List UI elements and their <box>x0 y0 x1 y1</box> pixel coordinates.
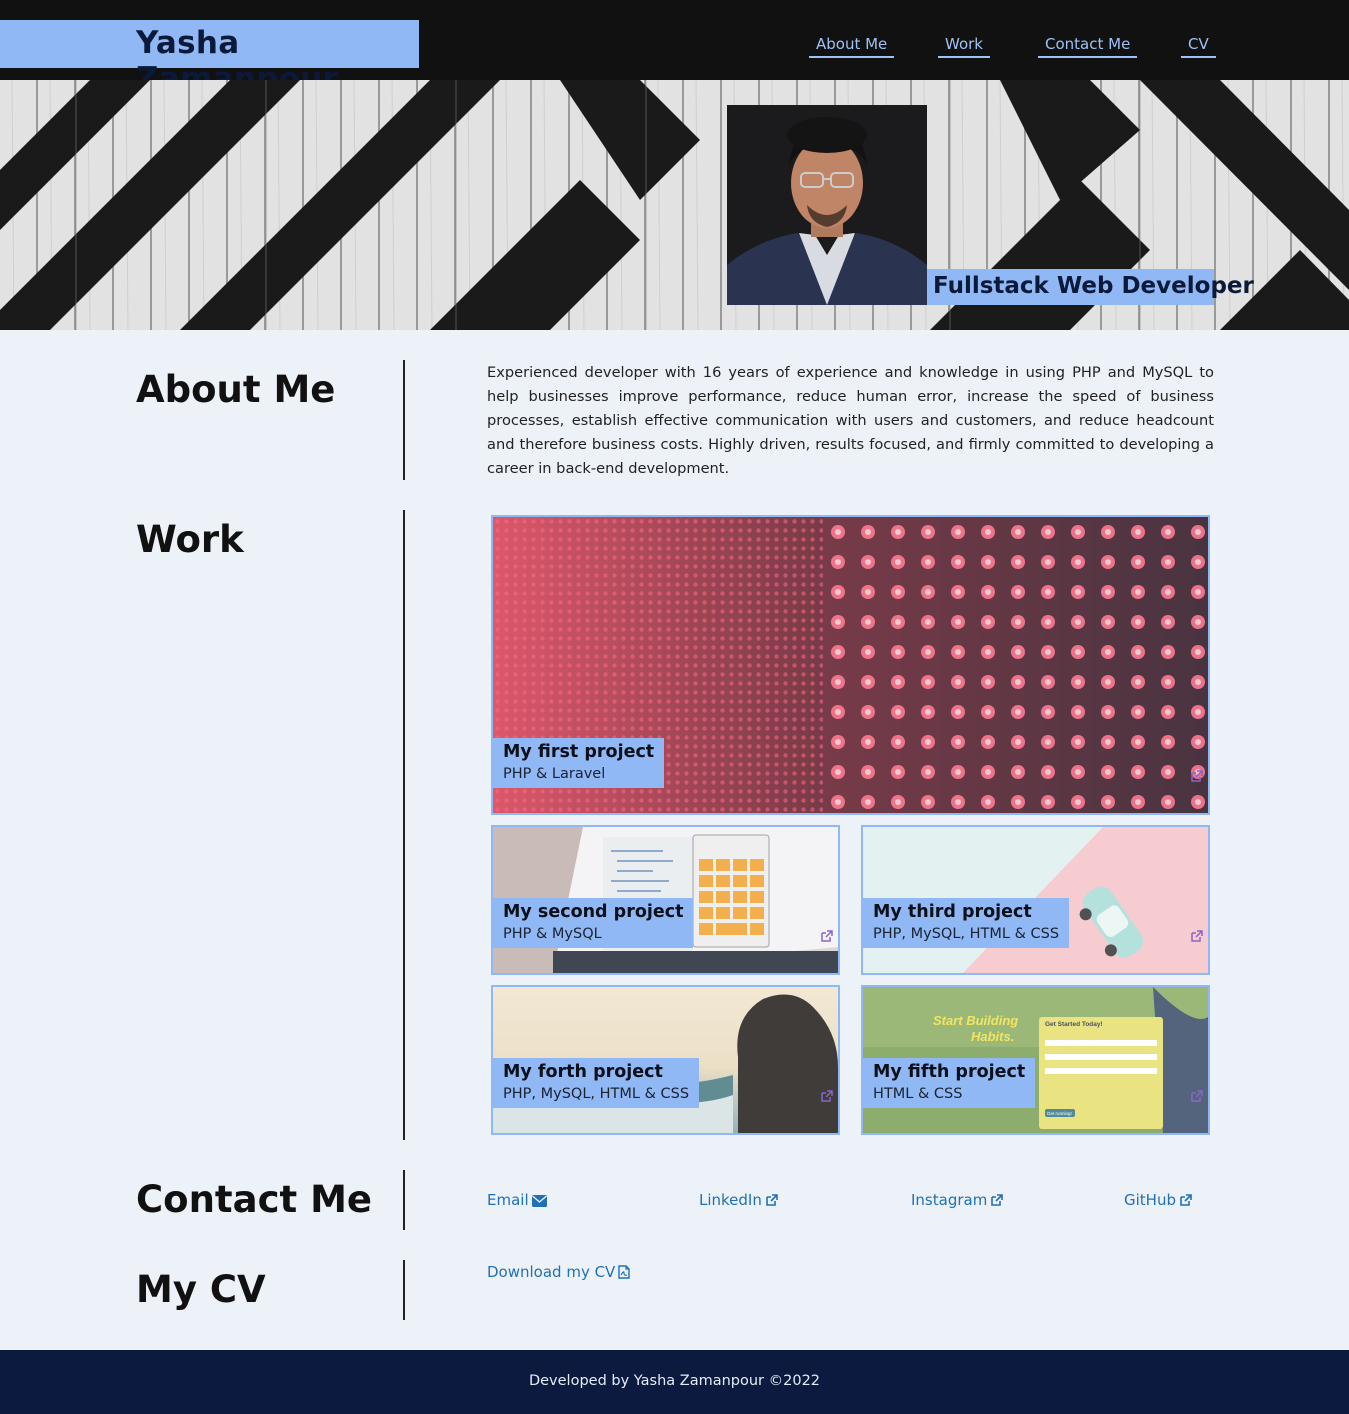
project-2-stack: PHP & MySQL <box>503 926 602 942</box>
nav-contact-me[interactable]: Contact Me <box>1038 34 1138 58</box>
about-divider <box>403 360 405 480</box>
download-cv-label[interactable]: Download my CV <box>487 1263 615 1281</box>
project-2-caption: My second project PHP & MySQL <box>493 898 694 948</box>
top-navbar: Yasha Zamanpour About Me Work Contact Me… <box>0 0 1349 97</box>
contact-heading: Contact Me <box>136 1178 372 1221</box>
footer-text: Developed by Yasha Zamanpour ©2022 <box>528 1373 821 1389</box>
role-badge: Fullstack Web Developer <box>927 269 1254 305</box>
nav-cv[interactable]: CV <box>1181 34 1216 58</box>
project-1-stack: PHP & Laravel <box>503 766 606 782</box>
project-5-stack: HTML & CSS <box>873 1086 963 1102</box>
external-link-icon <box>1180 1194 1192 1206</box>
role-title: Fullstack Web Developer <box>933 273 1254 299</box>
download-cv-link[interactable]: Download my CV <box>487 1263 631 1281</box>
external-link-icon[interactable] <box>1190 769 1204 783</box>
file-pdf-icon <box>618 1265 631 1279</box>
about-heading: About Me <box>136 368 336 411</box>
project-1-title[interactable]: My first project <box>503 742 654 762</box>
external-link-icon[interactable] <box>820 929 834 943</box>
instagram-link[interactable]: Instagram <box>911 1191 1004 1209</box>
project-1-caption: My first project PHP & Laravel <box>493 738 665 788</box>
project-2-title[interactable]: My second project <box>503 902 683 922</box>
profile-photo <box>727 105 927 305</box>
linkedin-link-label[interactable]: LinkedIn <box>699 1191 762 1209</box>
github-link[interactable]: GitHub <box>1124 1191 1193 1209</box>
email-link-label[interactable]: Email <box>487 1191 529 1209</box>
cv-heading: My CV <box>136 1268 266 1311</box>
external-link-icon[interactable] <box>1190 929 1204 943</box>
work-divider <box>403 510 405 1140</box>
project-card-4[interactable]: My forth project PHP, MySQL, HTML & CSS <box>491 985 840 1135</box>
project-5-title[interactable]: My fifth project <box>873 1062 1025 1082</box>
footer: Developed by Yasha Zamanpour ©2022 <box>0 1350 1349 1414</box>
project-card-2[interactable]: My second project PHP & MySQL <box>491 825 840 975</box>
project-card-5[interactable]: Start Building Habits. Get Started Today… <box>861 985 1210 1135</box>
github-link-label[interactable]: GitHub <box>1124 1191 1176 1209</box>
envelope-icon <box>531 1195 547 1207</box>
cv-divider <box>403 1260 405 1320</box>
linkedin-link[interactable]: LinkedIn <box>699 1191 779 1209</box>
email-link[interactable]: Email <box>487 1191 547 1209</box>
project-card-1[interactable]: My first project PHP & Laravel <box>491 515 1210 815</box>
project-3-caption: My third project PHP, MySQL, HTML & CSS <box>863 898 1070 948</box>
project-card-3[interactable]: My third project PHP, MySQL, HTML & CSS <box>861 825 1210 975</box>
project-3-title[interactable]: My third project <box>873 902 1059 922</box>
external-link-icon <box>766 1194 778 1206</box>
external-link-icon <box>991 1194 1004 1206</box>
project-4-title[interactable]: My forth project <box>503 1062 689 1082</box>
project-4-stack: PHP, MySQL, HTML & CSS <box>503 1086 690 1102</box>
project-4-caption: My forth project PHP, MySQL, HTML & CSS <box>493 1058 700 1108</box>
external-link-icon[interactable] <box>820 1089 834 1103</box>
project-5-caption: My fifth project HTML & CSS <box>863 1058 1036 1108</box>
contact-divider <box>403 1170 405 1230</box>
work-heading: Work <box>136 518 244 561</box>
external-link-icon[interactable] <box>1190 1089 1204 1103</box>
nav-work[interactable]: Work <box>938 34 990 58</box>
about-text: Experienced developer with 16 years of e… <box>487 364 1214 477</box>
brand-block[interactable]: Yasha Zamanpour <box>0 20 419 97</box>
project-3-stack: PHP, MySQL, HTML & CSS <box>873 926 1060 942</box>
instagram-link-label[interactable]: Instagram <box>911 1191 987 1209</box>
nav-about-me[interactable]: About Me <box>809 34 895 58</box>
